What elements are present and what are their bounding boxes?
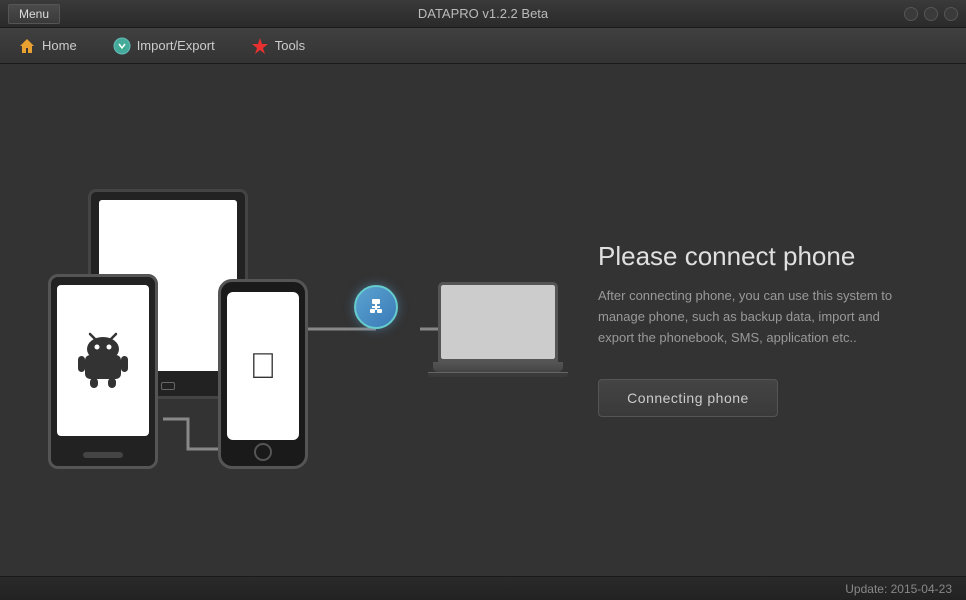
- nav-home-label: Home: [42, 38, 77, 53]
- connect-heading: Please connect phone: [598, 241, 918, 272]
- laptop-bottom: [428, 372, 568, 377]
- devices-group: : [48, 189, 308, 469]
- laptop-base: [433, 362, 563, 372]
- maximize-button[interactable]: [924, 7, 938, 21]
- import-export-icon: [113, 37, 131, 55]
- iphone-screen: : [227, 292, 299, 440]
- close-button[interactable]: [944, 7, 958, 21]
- android-logo: [73, 331, 133, 391]
- window-controls: [904, 7, 958, 21]
- nav-import-label: Import/Export: [137, 38, 215, 53]
- android-home-bar: [83, 452, 123, 458]
- tools-icon: [251, 37, 269, 55]
- minimize-button[interactable]: [904, 7, 918, 21]
- update-text: Update: 2015-04-23: [845, 582, 952, 596]
- connect-description: After connecting phone, you can use this…: [598, 286, 918, 348]
- laptop-device: [438, 282, 558, 377]
- nav-home[interactable]: Home: [10, 33, 85, 59]
- home-icon: [18, 37, 36, 55]
- nav-tools-label: Tools: [275, 38, 305, 53]
- device-illustration: : [48, 189, 558, 469]
- usb-connector: [354, 285, 398, 329]
- status-bar: Update: 2015-04-23: [0, 576, 966, 600]
- title-bar: Menu DATAPRO v1.2.2 Beta: [0, 0, 966, 28]
- tablet-home-button: [161, 382, 175, 390]
- info-panel: Please connect phone After connecting ph…: [598, 241, 918, 416]
- nav-import-export[interactable]: Import/Export: [105, 33, 223, 59]
- iphone-device: : [218, 279, 308, 469]
- laptop-display: [441, 285, 555, 359]
- main-content: : [0, 64, 966, 594]
- apple-logo: : [250, 345, 277, 387]
- usb-icon: [365, 296, 387, 318]
- menu-button[interactable]: Menu: [8, 4, 60, 24]
- nav-bar: Home Import/Export Tools: [0, 28, 966, 64]
- iphone-home-button: [254, 443, 272, 461]
- android-phone: [48, 274, 158, 469]
- nav-tools[interactable]: Tools: [243, 33, 313, 59]
- android-screen: [57, 285, 149, 436]
- app-title: DATAPRO v1.2.2 Beta: [418, 6, 548, 21]
- connecting-phone-button[interactable]: Connecting phone: [598, 379, 778, 417]
- laptop-screen: [438, 282, 558, 362]
